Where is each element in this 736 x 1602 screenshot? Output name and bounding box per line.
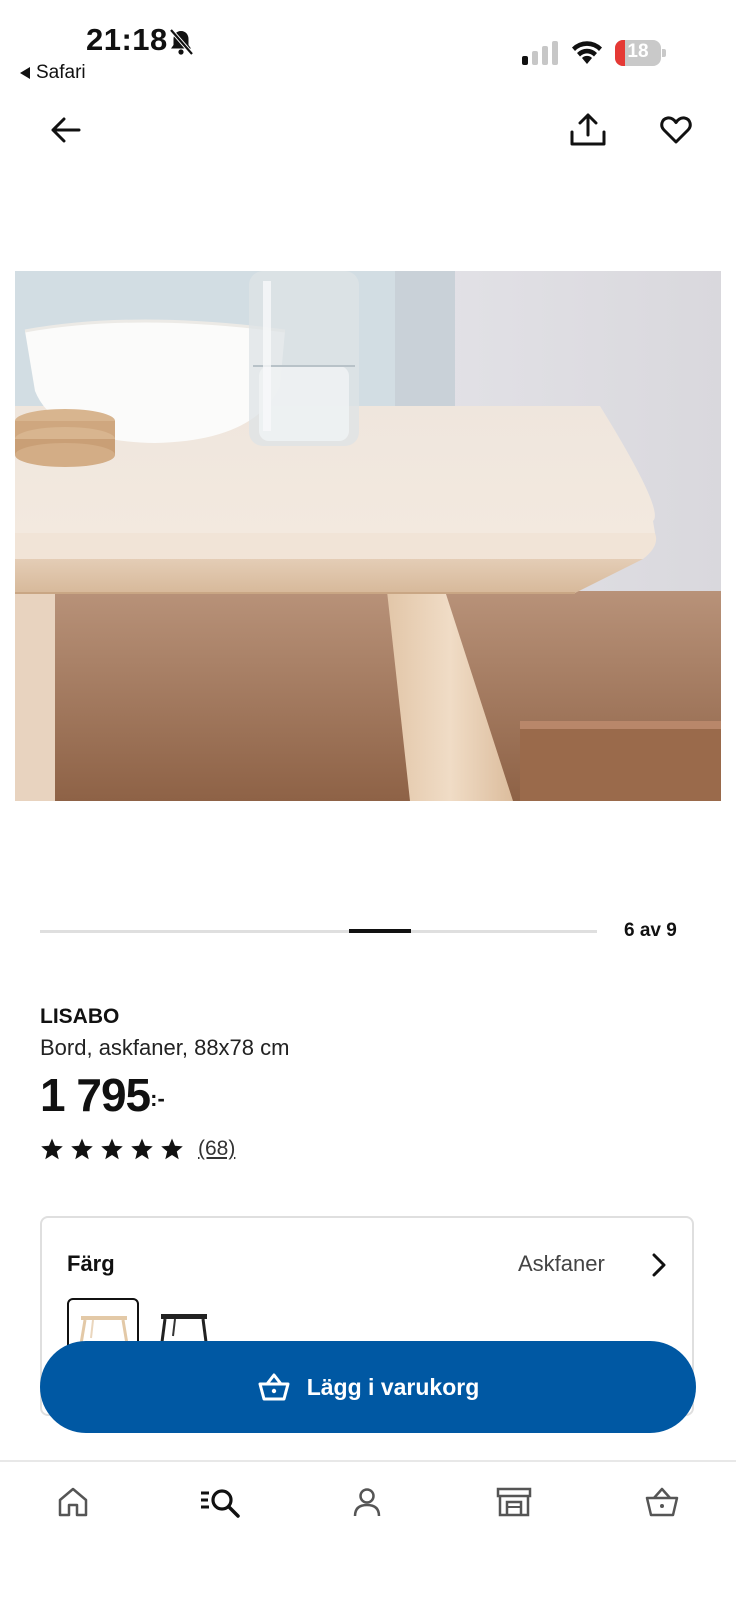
basket-icon bbox=[258, 1373, 290, 1401]
star-icon bbox=[41, 1138, 63, 1160]
add-to-cart-button[interactable]: Lägg i varukorg bbox=[40, 1341, 696, 1433]
carousel-progress[interactable] bbox=[40, 929, 597, 933]
tab-profile[interactable] bbox=[337, 1480, 397, 1524]
status-time: 21:18 bbox=[86, 22, 168, 57]
back-to-safari[interactable]: Safari bbox=[20, 62, 86, 84]
heart-icon bbox=[660, 116, 692, 144]
review-count[interactable]: (68) bbox=[198, 1137, 235, 1161]
cellular-signal-icon bbox=[522, 41, 558, 65]
color-label: Färg bbox=[67, 1251, 115, 1276]
product-price: 1 795 :- bbox=[40, 1068, 165, 1122]
rating[interactable]: (68) bbox=[40, 1137, 235, 1161]
star-icon bbox=[131, 1138, 153, 1160]
arrow-left-icon bbox=[51, 117, 81, 143]
share-icon bbox=[570, 113, 606, 146]
store-icon bbox=[496, 1487, 532, 1517]
tab-search[interactable] bbox=[190, 1480, 250, 1524]
chevron-right-icon[interactable] bbox=[648, 1252, 670, 1278]
product-photo-illustration bbox=[15, 271, 721, 801]
back-button[interactable] bbox=[44, 108, 88, 152]
add-to-cart-label: Lägg i varukorg bbox=[306, 1373, 480, 1400]
share-button[interactable] bbox=[566, 108, 610, 152]
product-brand: LISABO bbox=[40, 1005, 120, 1028]
search-icon bbox=[201, 1489, 240, 1518]
basket-icon bbox=[645, 1487, 679, 1517]
product-description: Bord, askfaner, 88x78 cm bbox=[40, 1035, 290, 1060]
price-amount: 1 795 bbox=[40, 1069, 151, 1121]
back-triangle-icon bbox=[20, 67, 30, 79]
star-icon bbox=[161, 1138, 183, 1160]
tab-basket[interactable] bbox=[632, 1480, 692, 1524]
home-icon bbox=[58, 1487, 88, 1517]
star-icon bbox=[101, 1138, 123, 1160]
battery-level: 18 bbox=[627, 41, 649, 62]
star-icon bbox=[71, 1138, 93, 1160]
carousel-counter: 6 av 9 bbox=[624, 920, 677, 941]
battery-icon: 18 bbox=[615, 40, 667, 66]
profile-icon bbox=[353, 1488, 381, 1517]
product-image[interactable] bbox=[15, 271, 721, 801]
price-suffix: :- bbox=[150, 1086, 165, 1111]
tab-home[interactable] bbox=[43, 1480, 103, 1524]
tab-store[interactable] bbox=[484, 1480, 544, 1524]
color-value: Askfaner bbox=[518, 1251, 605, 1276]
wifi-icon bbox=[572, 41, 602, 64]
back-app-label: Safari bbox=[36, 62, 86, 83]
carousel-progress-thumb bbox=[349, 929, 412, 933]
favorite-button[interactable] bbox=[654, 108, 698, 152]
bell-off-icon bbox=[169, 28, 194, 56]
